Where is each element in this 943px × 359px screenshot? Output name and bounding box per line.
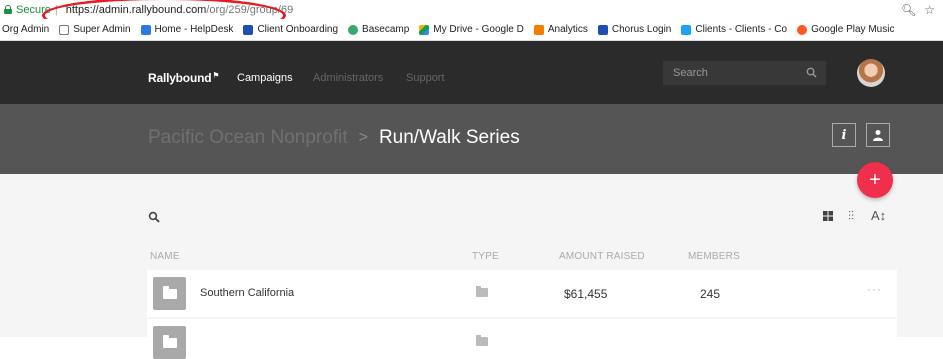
- breadcrumb-parent[interactable]: Pacific Ocean Nonprofit: [148, 127, 348, 149]
- zoom-icon[interactable]: 🔍︎: [901, 3, 916, 17]
- page-icon: [59, 24, 70, 35]
- folder-icon: [162, 285, 177, 299]
- plus-icon: +: [869, 168, 881, 191]
- grid-view-icon[interactable]: [822, 210, 834, 222]
- info-icon: i: [841, 127, 847, 143]
- bookmarks-bar: Org Admin Super Admin Home - HelpDesk Cl…: [0, 19, 943, 41]
- search-input[interactable]: [673, 67, 803, 79]
- rallybound-logo[interactable]: Rallybound⚑: [148, 71, 220, 85]
- column-header-type[interactable]: TYPE: [472, 251, 499, 262]
- members-button[interactable]: [866, 123, 890, 147]
- basecamp-icon: [348, 24, 359, 35]
- avatar[interactable]: [857, 59, 885, 87]
- group-thumbnail: [153, 326, 186, 359]
- info-button[interactable]: i: [832, 123, 856, 147]
- folder-icon: [162, 334, 177, 348]
- r-logo-icon: [597, 24, 608, 35]
- table-row[interactable]: [147, 319, 897, 359]
- page-title: Run/Walk Series: [378, 127, 520, 148]
- clients-icon: [681, 24, 692, 35]
- folder-icon: [476, 286, 488, 297]
- bookmark-org-admin[interactable]: Org Admin: [2, 24, 49, 35]
- bookmark-google-drive[interactable]: My Drive - Google D: [419, 24, 524, 35]
- play-music-icon: [797, 24, 808, 35]
- page-header: Pacific Ocean Nonprofit > Run/Walk Serie…: [0, 104, 943, 174]
- bookmark-clients[interactable]: Clients - Clients - Co: [681, 24, 787, 35]
- filter-sliders-icon[interactable]: ⫶⫶: [848, 209, 854, 224]
- bookmark-client-onboarding[interactable]: Client Onboarding: [243, 24, 338, 35]
- r-logo-icon: [243, 24, 254, 35]
- sort-az-icon[interactable]: A↕: [871, 208, 886, 223]
- browser-address-bar[interactable]: Secure | https://admin.rallybound.com/or…: [0, 0, 943, 19]
- url-text[interactable]: https://admin.rallybound.com/org/259/gro…: [66, 4, 294, 16]
- google-drive-icon: [419, 24, 430, 35]
- analytics-icon: [533, 24, 544, 35]
- main-content: ⫶⫶ A↕ NAME TYPE AMOUNT RAISED MEMBERS So…: [0, 174, 943, 359]
- flag-icon: ⚑: [212, 71, 220, 80]
- url-path: /org/259/group/69: [206, 3, 294, 16]
- helpdesk-icon: [140, 24, 151, 35]
- url-separator: |: [54, 3, 58, 16]
- breadcrumb: Pacific Ocean Nonprofit > Run/Walk Serie…: [148, 127, 520, 149]
- nav-campaigns[interactable]: Campaigns: [237, 72, 293, 84]
- search-box: [663, 61, 826, 85]
- row-amount: $61,455: [564, 287, 608, 301]
- more-options-icon[interactable]: ···: [867, 282, 882, 296]
- top-nav: Rallybound⚑ Campaigns Administrators Sup…: [0, 41, 943, 104]
- bookmark-basecamp[interactable]: Basecamp: [348, 24, 409, 35]
- row-members: 245: [700, 287, 721, 301]
- url-host: https://admin.rallybound.com: [65, 3, 207, 16]
- search-icon[interactable]: [148, 211, 160, 223]
- table-row[interactable]: Southern California $61,455 245 ···: [147, 270, 897, 317]
- bookmark-star-icon[interactable]: ☆: [924, 3, 935, 17]
- folder-icon: [476, 335, 488, 346]
- bookmark-helpdesk[interactable]: Home - HelpDesk: [140, 24, 233, 35]
- user-icon: [873, 130, 883, 141]
- add-button[interactable]: +: [857, 162, 893, 198]
- bookmark-analytics[interactable]: Analytics: [533, 24, 588, 35]
- nav-administrators[interactable]: Administrators: [313, 72, 383, 84]
- secure-label: Secure: [16, 3, 51, 16]
- column-header-name[interactable]: NAME: [150, 251, 180, 262]
- bookmark-chorus-login[interactable]: Chorus Login: [597, 24, 671, 35]
- nav-support[interactable]: Support: [406, 72, 445, 84]
- breadcrumb-separator: >: [358, 129, 368, 146]
- bookmark-super-admin[interactable]: Super Admin: [59, 24, 131, 35]
- lock-icon: [4, 5, 12, 14]
- column-header-members[interactable]: MEMBERS: [688, 251, 740, 262]
- row-name[interactable]: Southern California: [200, 287, 294, 299]
- group-thumbnail: [153, 277, 186, 310]
- column-header-amount-raised[interactable]: AMOUNT RAISED: [559, 251, 645, 262]
- bookmark-google-play-music[interactable]: Google Play Music: [797, 24, 894, 35]
- search-icon[interactable]: [806, 67, 817, 78]
